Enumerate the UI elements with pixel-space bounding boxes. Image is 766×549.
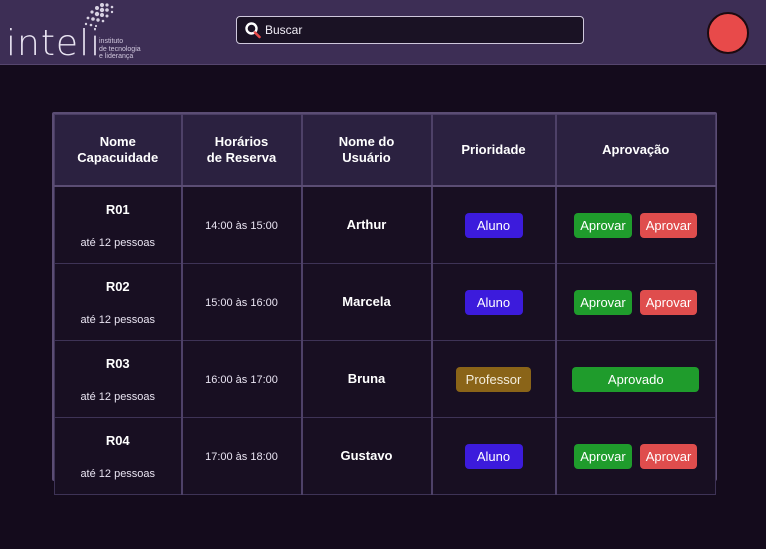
top-bar: inteli instituto de tecnologia e lideran…: [0, 0, 766, 65]
time-cell: 17:00 às 18:00: [181, 417, 303, 495]
room-capacity: até 12 pessoas: [80, 467, 156, 480]
priority-cell: Aluno: [431, 263, 557, 341]
table-row: R04 até 12 pessoas 17:00 às 18:00 Gustav…: [54, 417, 716, 495]
approval-cell: Aprovar Aprovar: [555, 185, 716, 264]
header-time: Horários de Reserva: [181, 114, 303, 187]
room-code: R01: [105, 201, 130, 217]
user-name: Bruna: [347, 371, 386, 386]
room-capacity: até 12 pessoas: [80, 313, 156, 326]
user-name: Arthur: [346, 217, 387, 232]
time-cell: 15:00 às 16:00: [181, 263, 303, 341]
table-row: R01 até 12 pessoas 14:00 às 15:00 Arthur…: [54, 185, 716, 264]
table-header-row: Nome Capacuidade Horários de Reserva Nom…: [54, 114, 716, 187]
priority-cell: Aluno: [431, 185, 557, 264]
search-input[interactable]: [265, 17, 575, 43]
header-priority: Prioridade: [431, 114, 557, 187]
approve-button[interactable]: Aprovar: [574, 443, 632, 469]
profile-avatar-button[interactable]: [707, 12, 749, 54]
approval-cell: Aprovado: [555, 340, 716, 418]
priority-badge: Aluno: [464, 212, 523, 238]
room-cell: R03 até 12 pessoas: [54, 340, 183, 418]
time-cell: 16:00 às 17:00: [181, 340, 303, 418]
reject-button[interactable]: Aprovar: [639, 212, 698, 238]
search-box[interactable]: [236, 16, 584, 44]
room-cell: R04 até 12 pessoas: [54, 417, 183, 495]
approval-cell: Aprovar Aprovar: [555, 263, 716, 341]
priority-badge: Aluno: [464, 443, 523, 469]
user-cell: Arthur: [301, 185, 433, 264]
user-cell: Gustavo: [301, 417, 433, 495]
header-user: Nome do Usuário: [301, 114, 433, 187]
approved-status: Aprovado: [572, 366, 700, 392]
table-row: R03 até 12 pessoas 16:00 às 17:00 Bruna …: [54, 340, 716, 418]
priority-cell: Aluno: [431, 417, 557, 495]
priority-badge: Professor: [455, 366, 532, 392]
time-cell: 14:00 às 15:00: [181, 185, 303, 264]
approval-cell: Aprovar Aprovar: [555, 417, 716, 495]
room-capacity: até 12 pessoas: [80, 236, 156, 249]
approve-button[interactable]: Aprovar: [574, 212, 632, 238]
room-code: R03: [105, 355, 130, 371]
reject-button[interactable]: Aprovar: [639, 289, 698, 315]
priority-badge: Aluno: [464, 289, 523, 315]
reservation-time: 14:00 às 15:00: [205, 220, 278, 232]
header-approval: Aprovação: [555, 114, 716, 187]
reservations-table: Nome Capacuidade Horários de Reserva Nom…: [52, 112, 717, 495]
user-cell: Marcela: [301, 263, 433, 341]
user-name: Gustavo: [340, 448, 393, 463]
table-row: R02 até 12 pessoas 15:00 às 16:00 Marcel…: [54, 263, 716, 341]
reservation-time: 16:00 às 17:00: [205, 374, 278, 386]
room-code: R02: [105, 278, 130, 294]
room-cell: R01 até 12 pessoas: [54, 185, 183, 264]
reservation-time: 17:00 às 18:00: [205, 451, 278, 463]
logo-wordmark: inteli: [6, 23, 102, 64]
search-icon: [245, 22, 261, 39]
inteli-logo[interactable]: inteli instituto de tecnologia e lideran…: [6, 2, 156, 64]
room-code: R04: [105, 432, 130, 448]
reservation-time: 15:00 às 16:00: [205, 297, 278, 309]
room-cell: R02 até 12 pessoas: [54, 263, 183, 341]
priority-cell: Professor: [431, 340, 557, 418]
user-name: Marcela: [342, 294, 391, 309]
approve-button[interactable]: Aprovar: [574, 289, 632, 315]
user-cell: Bruna: [301, 340, 433, 418]
logo-tagline: instituto de tecnologia e liderança: [99, 38, 141, 60]
header-room: Nome Capacuidade: [54, 114, 183, 187]
room-capacity: até 12 pessoas: [80, 390, 156, 403]
reject-button[interactable]: Aprovar: [639, 443, 698, 469]
